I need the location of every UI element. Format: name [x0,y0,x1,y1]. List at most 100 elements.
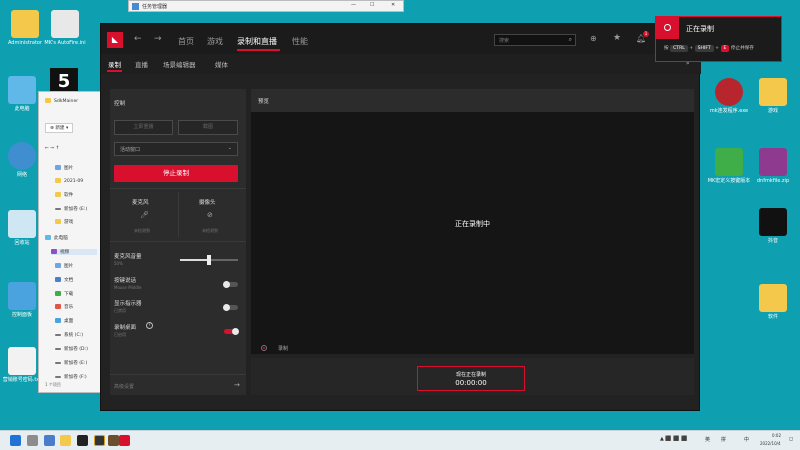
preview-legend-label: 录制 [278,346,289,352]
show-indicator-toggle[interactable] [223,304,238,311]
recording-timer: 00:00:00 [455,379,487,387]
task-manager-window[interactable]: 任务管理器 — ☐ ✕ [128,0,404,12]
desktop-icon-mk-macro[interactable]: MK宏定义按键版本 [704,148,754,184]
folder-icon [759,284,787,312]
nav-games[interactable]: 游戏 [207,36,223,47]
fm-item-15[interactable]: 新加卷 (F:) [55,374,87,380]
fm-item-4[interactable]: 游戏 [55,219,73,225]
help-icon[interactable]: ? [146,322,153,329]
tab-stream[interactable]: 直播 [135,59,148,69]
capture-source-dropdown[interactable]: 活动窗口 ⌄ [114,142,238,156]
tab-media[interactable]: 媒体 [215,59,228,69]
tab-record[interactable]: 录制 [108,59,121,69]
chevron-down-icon: ⌄ [227,145,232,151]
desktop-icon-mk-exe[interactable]: mk连发程序.exe [704,78,754,114]
fm-item-10[interactable]: 音乐 [55,304,73,310]
ime-mode-indicator[interactable]: 中 [744,436,749,443]
notification-center-icon[interactable]: ◻ [789,436,793,442]
amd-taskbar-icon[interactable] [119,435,130,446]
text-file-icon [8,347,36,375]
fm-item-8[interactable]: 文档 [55,277,73,283]
fm-item-13[interactable]: 新加卷 (D:) [55,346,88,352]
nav-record-stream[interactable]: 录制和直播 [237,36,277,47]
recording-status-label: 现在正在录制 [455,372,486,378]
fm-item-1[interactable]: 2021-09 [55,178,83,184]
network-globe-icon [8,142,36,170]
task-view-icon[interactable] [44,435,55,446]
nav-home[interactable]: 首页 [178,36,194,47]
desktop-icon-games-folder[interactable]: 游戏 [748,78,798,114]
app-icon-game[interactable] [108,435,119,446]
record-desktop-toggle[interactable] [224,328,239,335]
ime-indicator[interactable]: 拼 [721,436,726,443]
recycle-bin-icon [8,210,36,238]
record-dot-icon [261,345,267,351]
new-button[interactable]: ⊕ 新建 ▾ [45,123,74,133]
recording-notification[interactable]: 正在录制 按 CTRL + SHIFT + E 停止并保存 [655,16,782,62]
tiktok-icon [759,208,787,236]
file-explorer-icon[interactable] [60,435,71,446]
camera-column[interactable]: 摄像头 ⊘ 未检测到 [178,189,246,239]
search-icon[interactable] [27,435,38,446]
file-explorer-window[interactable]: SdkMainer ⊕ 新建 ▾ ← → ↑ 图片 2021-09 软件 新加卷… [38,91,102,393]
tab-scene-editor[interactable]: 场景编辑器 [163,59,196,69]
fm-item-11[interactable]: 桌面 [55,318,73,324]
preview-header: 预览 [251,89,694,112]
nav-arrows[interactable]: ← → ↑ [45,146,59,151]
top-nav-bar: ◣ ← → 首页 游戏 录制和直播 性能 搜索 ⌕ ⊕ ★ 🔔︎ 1 [101,24,701,54]
fm-item-3[interactable]: 新加卷 (E:) [55,206,87,212]
mic-volume-knob[interactable] [207,255,211,265]
h-app-icon [715,148,743,176]
search-input[interactable]: 搜索 ⌕ [494,34,576,46]
camera-status: 未检测到 [202,228,218,233]
fm-item-7[interactable]: 图片 [55,263,73,269]
app-icon-black[interactable] [77,435,88,446]
maximize-icon[interactable]: ☐ [370,2,374,8]
fm-item-12[interactable]: 系统 (C:) [55,332,83,338]
star-icon[interactable]: ★ [613,33,621,43]
fm-item-0[interactable]: 图片 [55,165,73,171]
clock-time[interactable]: 0:02 [772,433,781,438]
desktop-icon-autofire[interactable]: MK's AutoFire.ini [40,10,90,46]
desktop-icon-dnf-zip[interactable]: dnfmkfile.zip [748,148,798,184]
minimize-icon[interactable]: — [351,2,356,8]
fm-status-bar: 1 个项目 [45,382,61,387]
stop-recording-button[interactable]: 停止录制 [114,165,238,182]
active-nav-indicator [237,49,280,51]
fm-item-6[interactable]: 视频 [51,249,97,255]
search-icon: ⌕ [568,36,572,43]
app-icon-g[interactable] [94,435,105,446]
language-indicator[interactable]: 英 [705,436,710,443]
fm-item-14[interactable]: 新加卷 (E:) [55,360,87,366]
mic-volume-fill [180,259,209,261]
push-to-talk-label: 按键说话 [114,278,137,284]
control-title: 控制 [114,101,126,107]
fm-item-5[interactable]: 此电脑 [45,235,68,241]
globe-icon[interactable]: ⊕ [590,34,597,43]
sub-tab-bar: 录制 直播 场景编辑器 媒体 ⌕ [101,54,701,74]
radeon-software-window[interactable]: ◣ ← → 首页 游戏 录制和直播 性能 搜索 ⌕ ⊕ ★ 🔔︎ 1 录制 直播… [100,23,701,411]
back-arrow-icon[interactable]: ← [134,34,142,44]
close-icon[interactable]: ✕ [391,2,395,8]
tray-icons[interactable]: ▲ ⬛ ⬛ ⬛ [660,436,687,442]
fm-item-9[interactable]: 下载 [55,291,73,297]
nav-performance[interactable]: 性能 [292,36,308,47]
clock-date[interactable]: 2022/10/4 [760,441,781,446]
mic-volume-slider[interactable] [180,255,238,265]
forward-arrow-icon[interactable]: → [154,34,162,44]
desktop-icon-douyin[interactable]: 抖音 [748,208,798,244]
task-manager-icon [132,3,139,10]
control-panel: 控制 立即重播 截图 活动窗口 ⌄ 停止录制 麦克风 🎤︎ 未检测到 摄像头 ⊘… [110,89,246,395]
arrow-right-icon[interactable]: → [234,381,240,389]
mic-status: 未检测到 [134,228,150,233]
start-icon[interactable] [10,435,21,446]
desktop-icon-software-folder[interactable]: 软件 [748,284,798,320]
push-to-talk-toggle[interactable] [223,281,238,288]
screenshot-button[interactable]: 截图 [178,120,238,135]
advanced-settings-link[interactable]: 高级设置 [114,383,134,390]
mic-column[interactable]: 麦克风 🎤︎ 未检测到 [110,189,178,239]
folder-user-icon [11,10,39,38]
shortcut-hint: 按 CTRL + SHIFT + E 停止并保存 [664,45,754,52]
instant-replay-button[interactable]: 立即重播 [114,120,173,135]
fm-item-2[interactable]: 软件 [55,192,73,198]
